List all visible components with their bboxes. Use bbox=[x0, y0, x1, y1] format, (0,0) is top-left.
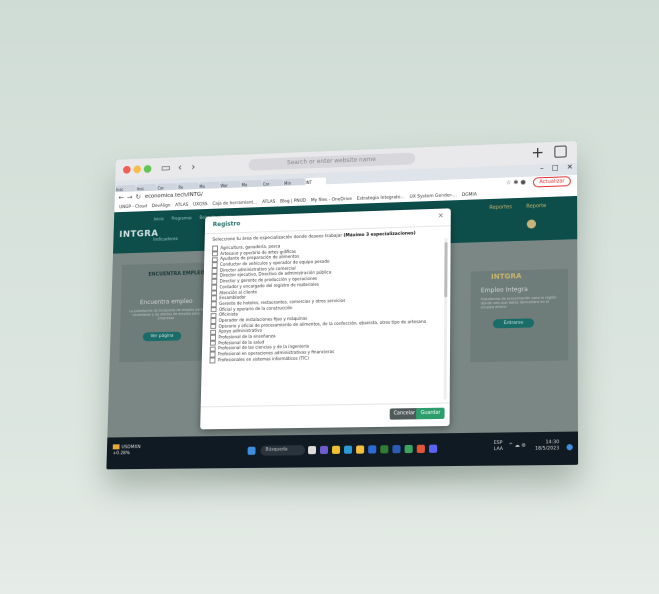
registro-modal: Registro × Seleccione tu área de especia… bbox=[200, 208, 451, 430]
tray-icons[interactable]: ^ ☁ ⊚ bbox=[509, 443, 526, 449]
forward-icon[interactable]: › bbox=[191, 160, 196, 173]
bookmark[interactable]: My files - OneDrive bbox=[311, 197, 352, 203]
firefox-icon[interactable] bbox=[416, 444, 425, 454]
sidebar-icon[interactable]: ▭ bbox=[161, 161, 171, 174]
right-card-title: Empleo Integra bbox=[480, 286, 528, 295]
left-card: ENCUENTRA EMPLEO Encuentra empleo La pla… bbox=[119, 262, 213, 363]
taskbar-search[interactable]: Búsqueda bbox=[260, 445, 306, 456]
reload-icon[interactable]: ↻ bbox=[135, 191, 141, 203]
task-view-icon[interactable] bbox=[307, 446, 317, 455]
lang-code: ESP bbox=[493, 440, 503, 447]
nav-link[interactable]: Programas bbox=[171, 215, 192, 221]
back-icon[interactable]: ‹ bbox=[178, 161, 183, 174]
clock[interactable]: 14:30 18/5/2023 bbox=[535, 440, 559, 453]
avatar[interactable] bbox=[526, 219, 537, 229]
maximize-window-dot[interactable] bbox=[143, 164, 152, 173]
outlook-icon[interactable] bbox=[368, 445, 377, 454]
forward-arrow-icon[interactable]: → bbox=[127, 192, 133, 204]
header-right-links: Reportes Reporte bbox=[475, 203, 546, 211]
ticker-widget[interactable]: USDMXN +0.28% bbox=[112, 444, 141, 457]
right-card-desc: Plataforma de presentación para la regió… bbox=[480, 295, 557, 310]
bookmark[interactable]: DevAlign bbox=[152, 204, 171, 209]
modal-title: Registro bbox=[212, 220, 241, 229]
save-button[interactable]: Guardar bbox=[416, 407, 445, 420]
ticker-name: USDMXN bbox=[121, 445, 141, 451]
close-icon[interactable]: × bbox=[438, 212, 444, 220]
update-button[interactable]: Actualizar bbox=[533, 176, 571, 188]
bookmark[interactable]: DGMIA bbox=[462, 193, 477, 198]
page: INTGRA InicioProgramasBolsa de empleo In… bbox=[107, 195, 578, 438]
close-window-dot[interactable] bbox=[122, 165, 131, 174]
bookmark[interactable]: ATLAS bbox=[175, 203, 188, 208]
stage: ▭ ‹ › Search or enter website name + Ins… bbox=[0, 0, 659, 594]
bookmark[interactable]: Caja de herramient... bbox=[212, 200, 257, 206]
intgra-logo: INTGRA bbox=[491, 272, 522, 281]
new-tab-icon[interactable]: + bbox=[531, 143, 544, 161]
taskbar: USDMXN +0.28% Búsqueda ^ ☁ ⊚ ESP LAA 14:3… bbox=[106, 431, 579, 470]
view-page-button[interactable]: Ver página bbox=[142, 331, 182, 342]
notification-icon[interactable] bbox=[566, 444, 573, 451]
mac-url-bar[interactable]: Search or enter website name bbox=[248, 152, 416, 171]
star-icon[interactable]: ☆ bbox=[506, 179, 511, 186]
file-explorer-icon[interactable] bbox=[356, 445, 365, 454]
ticker-icon bbox=[112, 444, 120, 450]
excel-icon[interactable] bbox=[380, 445, 389, 454]
bookmark[interactable]: Blog | PNUD bbox=[280, 199, 306, 205]
encuentra-logo: ENCUENTRA EMPLEO bbox=[148, 270, 205, 278]
nav-link[interactable]: Inicio bbox=[154, 216, 164, 221]
enter-button[interactable]: Entrarse bbox=[492, 318, 535, 329]
app-icon[interactable] bbox=[428, 444, 438, 453]
left-card-desc: La plataforma de busqueda de empleo para… bbox=[129, 307, 204, 321]
toolbar-icons: ☆ ✱ ● bbox=[506, 177, 526, 190]
screen: ▭ ‹ › Search or enter website name + Ins… bbox=[106, 141, 579, 470]
extensions-icon[interactable]: ✱ bbox=[513, 179, 518, 186]
option-label: Oficinista bbox=[218, 311, 238, 318]
clock-time: 14:30 bbox=[545, 440, 560, 446]
right-card: INTGRA Empleo Integra Plataforma de pres… bbox=[470, 268, 569, 363]
word-icon[interactable] bbox=[392, 445, 401, 454]
back-arrow-icon[interactable]: ← bbox=[118, 192, 124, 204]
restore-icon[interactable]: □ bbox=[552, 164, 559, 172]
divider bbox=[200, 402, 450, 408]
bookmark[interactable]: Estrategia Integrate... bbox=[357, 195, 405, 202]
minimize-window-dot[interactable] bbox=[133, 165, 142, 174]
tab-overview-icon[interactable] bbox=[554, 145, 567, 158]
indicators-link[interactable]: Indicadores bbox=[153, 237, 178, 243]
cancel-button[interactable]: Cancelar bbox=[389, 408, 420, 420]
teams-icon[interactable] bbox=[319, 445, 329, 455]
window-controls: – □ ✕ bbox=[532, 163, 573, 173]
lang-region: LAA bbox=[493, 446, 503, 453]
clock-date: 18/5/2023 bbox=[535, 446, 560, 452]
left-card-title: Encuentra empleo bbox=[139, 297, 193, 307]
option-label: Atención al cliente bbox=[219, 288, 258, 295]
option-label: Profesionales en sistemas informáticos (… bbox=[217, 355, 309, 363]
options-list: Agricultura, ganadería, pesca Artesano y … bbox=[209, 238, 441, 403]
modal-scrollbar[interactable] bbox=[443, 238, 448, 400]
language-indicator[interactable]: ESP LAA bbox=[494, 441, 503, 453]
bookmark[interactable]: UXGSS bbox=[193, 202, 208, 207]
ticker-change: +0.28% bbox=[112, 451, 131, 457]
question-limit: (Máximo 3 especializaciones) bbox=[343, 231, 416, 239]
app-icon[interactable] bbox=[404, 444, 413, 454]
reports-link[interactable]: Reportes bbox=[489, 204, 512, 211]
start-icon[interactable] bbox=[247, 446, 256, 455]
bookmark[interactable]: UNGP - Cloud bbox=[119, 204, 147, 210]
edge-icon[interactable] bbox=[343, 445, 353, 454]
chrome-icon[interactable] bbox=[331, 445, 341, 454]
report-link[interactable]: Reporte bbox=[526, 203, 546, 210]
profile-icon[interactable]: ● bbox=[520, 179, 525, 186]
scrollbar-thumb[interactable] bbox=[444, 242, 448, 298]
bookmark[interactable]: ATLAS bbox=[262, 200, 275, 205]
checkbox[interactable] bbox=[209, 357, 215, 364]
bookmark[interactable]: UX System Gender-... bbox=[410, 193, 457, 200]
close-icon[interactable]: ✕ bbox=[567, 163, 573, 171]
minimize-icon[interactable]: – bbox=[540, 164, 544, 172]
